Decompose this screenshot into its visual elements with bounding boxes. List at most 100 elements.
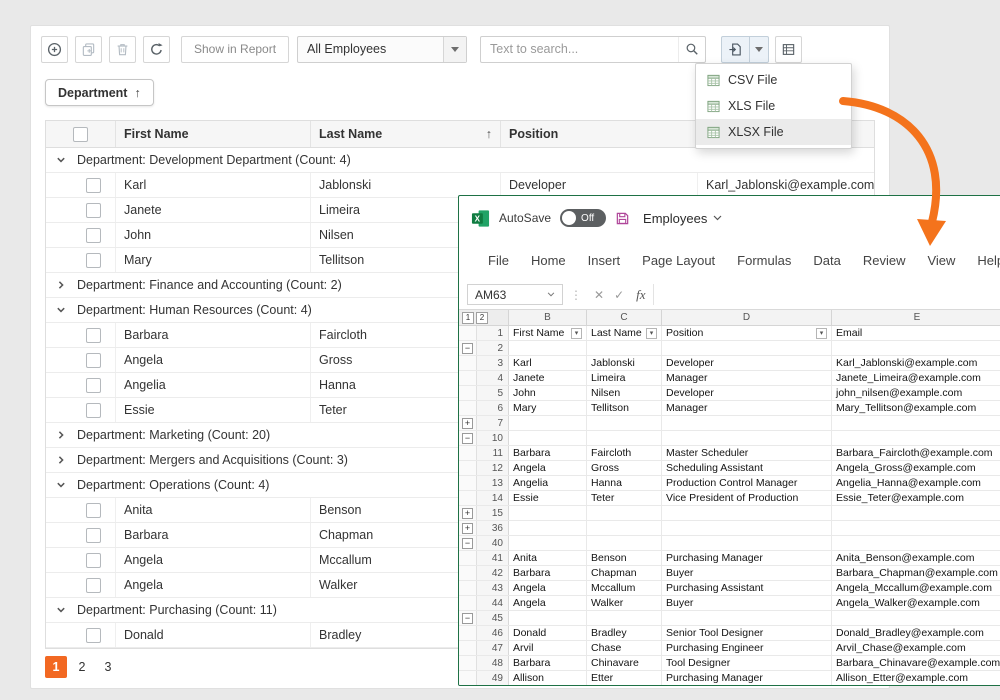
last-name-cell[interactable]: Chapman — [587, 566, 662, 580]
first-name-cell[interactable] — [509, 506, 587, 520]
row-checkbox[interactable] — [86, 353, 101, 368]
email-cell[interactable]: Essie_Teter@example.com — [832, 491, 1000, 505]
row-number[interactable]: 4 — [477, 371, 509, 385]
position-cell[interactable]: Purchasing Manager — [662, 671, 832, 685]
collapse-group-icon[interactable] — [55, 155, 67, 165]
first-name-cell[interactable]: Barbara — [509, 446, 587, 460]
position-cell[interactable]: Tool Designer — [662, 656, 832, 670]
email-cell[interactable]: Email — [832, 326, 1000, 340]
row-checkbox[interactable] — [86, 503, 101, 518]
excel-menu-formulas[interactable]: Formulas — [726, 253, 802, 268]
export-menu-item-csv[interactable]: CSV File — [696, 67, 851, 93]
formula-input[interactable] — [653, 284, 1000, 305]
row-number[interactable]: 36 — [477, 521, 509, 535]
filter-dropdown-icon[interactable]: ▾ — [646, 328, 657, 339]
email-cell[interactable]: Anita_Benson@example.com — [832, 551, 1000, 565]
save-button[interactable] — [615, 211, 630, 226]
column-header-B[interactable]: B — [509, 310, 587, 325]
search-input[interactable] — [481, 37, 678, 62]
show-in-report-button[interactable]: Show in Report — [181, 36, 289, 63]
excel-menu-page-layout[interactable]: Page Layout — [631, 253, 726, 268]
last-name-cell[interactable]: Walker — [587, 596, 662, 610]
first-name-cell[interactable] — [509, 416, 587, 430]
row-number[interactable]: 10 — [477, 431, 509, 445]
last-name-cell[interactable] — [587, 431, 662, 445]
position-cell[interactable]: Vice President of Production — [662, 491, 832, 505]
row-checkbox[interactable] — [86, 328, 101, 343]
first-name-cell[interactable]: Essie — [509, 491, 587, 505]
position-cell[interactable] — [662, 521, 832, 535]
last-name-cell[interactable] — [587, 341, 662, 355]
first-name-cell[interactable]: Anita — [509, 551, 587, 565]
last-name-cell[interactable]: Chase — [587, 641, 662, 655]
excel-menu-data[interactable]: Data — [802, 253, 851, 268]
first-name-cell[interactable]: Mary — [509, 401, 587, 415]
last-name-cell[interactable]: Limeira — [587, 371, 662, 385]
row-checkbox[interactable] — [86, 253, 101, 268]
first-name-cell[interactable]: Barbara — [509, 566, 587, 580]
last-name-cell[interactable] — [587, 611, 662, 625]
outline-level-button-1[interactable]: 1 — [462, 312, 474, 324]
filter-dropdown-icon[interactable]: ▾ — [816, 328, 827, 339]
row-number[interactable]: 48 — [477, 656, 509, 670]
row-number[interactable]: 6 — [477, 401, 509, 415]
first-name-cell[interactable]: John — [509, 386, 587, 400]
export-button[interactable] — [722, 37, 749, 62]
outline-level-button-2[interactable]: 2 — [476, 312, 488, 324]
column-header-position[interactable]: Position — [501, 121, 698, 147]
excel-menu-insert[interactable]: Insert — [577, 253, 632, 268]
row-checkbox[interactable] — [86, 553, 101, 568]
row-number[interactable]: 11 — [477, 446, 509, 460]
email-cell[interactable] — [832, 521, 1000, 535]
last-name-cell[interactable]: Benson — [587, 551, 662, 565]
email-cell[interactable] — [832, 431, 1000, 445]
first-name-cell[interactable] — [509, 521, 587, 535]
email-cell[interactable] — [832, 611, 1000, 625]
last-name-cell[interactable] — [587, 416, 662, 430]
email-cell[interactable] — [832, 506, 1000, 520]
first-name-cell[interactable] — [509, 341, 587, 355]
first-name-cell[interactable] — [509, 431, 587, 445]
position-cell[interactable]: Manager — [662, 401, 832, 415]
filter-dropdown-icon[interactable]: ▾ — [571, 328, 582, 339]
position-cell[interactable]: Position▾ — [662, 326, 832, 340]
first-name-cell[interactable]: Janete — [509, 371, 587, 385]
cancel-entry-icon[interactable]: ✕ — [589, 288, 609, 302]
column-header-D[interactable]: D — [662, 310, 832, 325]
first-name-cell[interactable]: First Name▾ — [509, 326, 587, 340]
email-cell[interactable] — [832, 416, 1000, 430]
position-cell[interactable]: Master Scheduler — [662, 446, 832, 460]
first-name-cell[interactable]: Barbara — [509, 656, 587, 670]
email-cell[interactable]: Angela_Gross@example.com — [832, 461, 1000, 475]
email-cell[interactable]: Angelia_Hanna@example.com — [832, 476, 1000, 490]
row-number[interactable]: 12 — [477, 461, 509, 475]
row-checkbox[interactable] — [86, 528, 101, 543]
expand-outline-button[interactable]: + — [462, 523, 473, 534]
excel-menu-view[interactable]: View — [916, 253, 966, 268]
refresh-button[interactable] — [143, 36, 170, 63]
row-number[interactable]: 47 — [477, 641, 509, 655]
export-menu-item-xlsx[interactable]: XLSX File — [696, 119, 851, 145]
email-cell[interactable]: Karl_Jablonski@example.com — [832, 356, 1000, 370]
first-name-cell[interactable]: Karl — [509, 356, 587, 370]
employee-filter-dropdown-button[interactable] — [443, 37, 466, 62]
collapse-outline-button[interactable]: − — [462, 343, 473, 354]
row-number[interactable]: 45 — [477, 611, 509, 625]
first-name-cell[interactable]: Angela — [509, 581, 587, 595]
email-cell[interactable] — [832, 341, 1000, 355]
group-chip-department[interactable]: Department ↑ — [45, 79, 154, 106]
column-header-E[interactable]: E — [832, 310, 1000, 325]
column-chooser-button[interactable] — [775, 36, 802, 63]
column-header-first-name[interactable]: First Name — [116, 121, 311, 147]
expand-group-icon[interactable] — [55, 430, 67, 440]
autosave-toggle[interactable]: Off — [560, 209, 606, 227]
select-all-checkbox[interactable] — [73, 127, 88, 142]
email-cell[interactable]: Barbara_Chinavare@example.com — [832, 656, 1000, 670]
last-name-cell[interactable]: Mccallum — [587, 581, 662, 595]
column-header-C[interactable]: C — [587, 310, 662, 325]
email-cell[interactable]: Arvil_Chase@example.com — [832, 641, 1000, 655]
last-name-cell[interactable]: Faircloth — [587, 446, 662, 460]
collapse-group-icon[interactable] — [55, 605, 67, 615]
search-button[interactable] — [678, 37, 705, 62]
row-number[interactable]: 41 — [477, 551, 509, 565]
